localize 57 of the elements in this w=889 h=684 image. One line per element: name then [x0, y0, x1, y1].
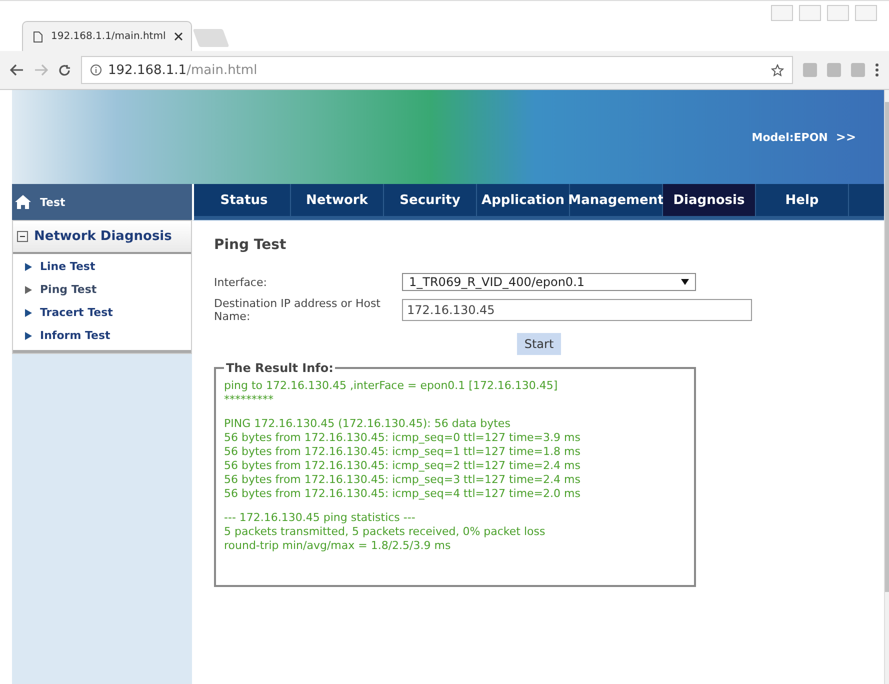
- close-window-button[interactable]: [855, 5, 877, 21]
- result-line: 56 bytes from 172.16.130.45: icmp_seq=3 ttl=127 time=2.4 ms: [224, 473, 582, 487]
- result-line: ping to 172.16.130.45 ,interFace = epon0.1 [172.16.130.45]: [224, 379, 559, 393]
- triangle-icon: [25, 286, 32, 294]
- sidebar-item[interactable]: Ping Test: [25, 283, 191, 296]
- result-line: round-trip min/avg/max = 1.8/2.5/3.9 ms: [224, 539, 452, 553]
- result-line: 5 packets transmitted, 5 packets received, 0% packet loss: [224, 525, 546, 539]
- result-line: PING 172.16.130.45 (172.16.130.45): 56 data bytes: [224, 417, 512, 431]
- start-button[interactable]: Start: [517, 333, 561, 355]
- triangle-icon: [25, 308, 32, 316]
- dropdown-arrow-icon: [681, 279, 689, 285]
- section-title: Network Diagnosis: [34, 229, 172, 244]
- destination-input[interactable]: 172.16.130.45: [402, 299, 752, 321]
- back-icon[interactable]: [10, 64, 24, 76]
- page-icon: [33, 30, 43, 42]
- collapse-icon[interactable]: [17, 231, 28, 242]
- nav-tab[interactable]: Network: [291, 184, 384, 216]
- nav-tab[interactable]: Status: [198, 184, 291, 216]
- extension-icon[interactable]: [851, 63, 865, 77]
- triangle-icon: [25, 332, 32, 340]
- result-line: *********: [224, 393, 274, 407]
- info-icon: [90, 64, 102, 76]
- nav-tab[interactable]: Application: [477, 184, 570, 216]
- maximize-button[interactable]: [827, 5, 849, 21]
- field-label: Destination IP address or Host Name:: [214, 297, 382, 323]
- nav-tab[interactable]: Security: [384, 184, 477, 216]
- profile-button[interactable]: [771, 5, 793, 21]
- extension-icon[interactable]: [803, 63, 817, 77]
- home-icon: [14, 194, 32, 210]
- result-line: 56 bytes from 172.16.130.45: icmp_seq=4 ttl=127 time=2.0 ms: [224, 487, 582, 501]
- minimize-button[interactable]: [799, 5, 821, 21]
- triangle-icon: [25, 262, 32, 270]
- model-label: Model:EPON: [752, 130, 828, 144]
- extension-icon[interactable]: [827, 63, 841, 77]
- sidebar-item[interactable]: Line Test: [25, 260, 191, 273]
- sidebar-title: Test: [40, 196, 66, 208]
- result-legend: The Result Info:: [224, 361, 336, 375]
- nav-tab[interactable]: Diagnosis: [663, 184, 756, 216]
- menu-icon[interactable]: [875, 63, 879, 77]
- new-tab-button[interactable]: [192, 29, 230, 47]
- result-line: 56 bytes from 172.16.130.45: icmp_seq=0 ttl=127 time=3.9 ms: [224, 431, 582, 445]
- sidebar-item[interactable]: Tracert Test: [25, 306, 191, 319]
- browser-tab[interactable]: 192.168.1.1/main.html: [22, 21, 192, 51]
- forward-icon[interactable]: [34, 64, 48, 76]
- result-line: 56 bytes from 172.16.130.45: icmp_seq=1 ttl=127 time=1.8 ms: [224, 445, 582, 459]
- sidebar-item[interactable]: Inform Test: [25, 329, 191, 342]
- more-link[interactable]: >>: [836, 130, 856, 144]
- interface-dropdown[interactable]: 1_TR069_R_VID_400/epon0.1: [402, 273, 696, 291]
- nav-tab[interactable]: Help: [756, 184, 849, 216]
- page-title: Ping Test: [214, 237, 288, 253]
- reload-icon[interactable]: [58, 64, 71, 76]
- result-line: --- 172.16.130.45 ping statistics ---: [224, 511, 416, 525]
- result-line: 56 bytes from 172.16.130.45: icmp_seq=2 ttl=127 time=2.4 ms: [224, 459, 582, 473]
- address-bar[interactable]: 192.168.1.1/main.html: [81, 56, 793, 84]
- field-label: Interface:: [214, 276, 268, 288]
- star-icon[interactable]: [771, 64, 784, 76]
- close-icon[interactable]: [174, 32, 183, 41]
